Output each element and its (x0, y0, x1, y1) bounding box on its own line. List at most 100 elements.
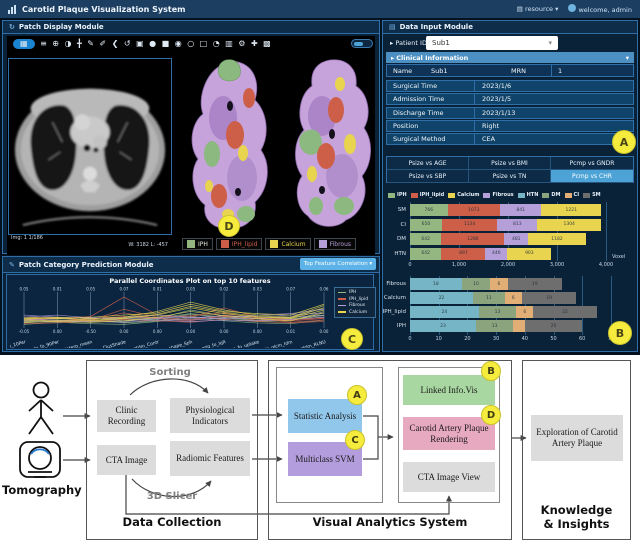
htn-swatch-icon (518, 193, 525, 198)
viewer-toggle[interactable] (351, 39, 373, 48)
bar-segment-htn[interactable]: 24 (410, 306, 479, 318)
vessel-3d-right (292, 56, 376, 236)
vessel-3d-left-view[interactable] (176, 56, 288, 236)
dot-tool-icon[interactable]: ● (149, 40, 156, 48)
bar-segment-htn[interactable]: 23 (410, 320, 476, 332)
dm-swatch-icon (542, 193, 549, 198)
bar-segment-iph[interactable]: 766 (410, 204, 448, 216)
plaque-legend-label: Calcium (281, 241, 305, 248)
bar-segment-fibrous[interactable]: 446 (485, 248, 507, 260)
bar-segment-ci[interactable] (513, 320, 524, 332)
system-screenshot-region: Carotid Plaque Visualization System ▤ re… (0, 0, 640, 355)
circle-tool-icon[interactable]: ○ (187, 40, 194, 48)
bar-segment-iph_lipid[interactable]: 897 (441, 248, 485, 260)
tab-pcmp-vs-chr[interactable]: Pcmp vs CHR (551, 170, 633, 183)
vessel-3d-right-view[interactable] (292, 56, 376, 236)
rect-tool-icon[interactable]: □ (200, 40, 208, 48)
draw-icon[interactable]: ✐ (99, 40, 106, 48)
bar-segment-iph[interactable]: 642 (410, 248, 441, 260)
tab-psize-vs-sbp[interactable]: Psize vs SBP (387, 170, 469, 183)
layout-grid-icon[interactable]: ▦ (13, 39, 35, 49)
pc-plot-wrap[interactable]: 0.05-0.05orig_fo_10Per0.010.00orig_fo_90… (10, 286, 332, 352)
zoom-icon[interactable]: ⊕ (52, 40, 59, 48)
tab-psize-vs-age[interactable]: Psize vs AGE (387, 157, 469, 170)
resource-menu[interactable]: ▤ resource ▾ (517, 5, 559, 13)
bar-segment-htn[interactable]: 22 (410, 292, 473, 304)
bar-segment-iph_lipid[interactable]: 1286 (441, 233, 504, 245)
bar-segment-iph[interactable]: 642 (410, 233, 441, 245)
bar-segment-fibrous[interactable]: 841 (500, 204, 541, 216)
num-bar-chart: 010203040506070Fibrous1810619Calcium2211… (382, 274, 638, 352)
bar-segment-iph[interactable]: 650 (410, 219, 442, 231)
tab-psize-vs-tn[interactable]: Psize vs TN (469, 170, 551, 183)
bar-segment-dm[interactable]: 13 (479, 306, 516, 318)
segment-value: 1221 (566, 208, 577, 213)
bar-segment-iph_lipid[interactable]: 1134 (442, 219, 498, 231)
settings-icon[interactable]: ⚙ (238, 40, 245, 48)
square-fill-tool-icon[interactable]: ■ (162, 40, 170, 48)
segment-value: 1286 (467, 237, 478, 242)
clinical-info-bar[interactable]: ▸ Clinical Information ▾ (386, 52, 634, 63)
arc-tool-icon[interactable]: ◔ (213, 40, 220, 48)
name-label: Name (387, 67, 431, 75)
tag-icon[interactable]: ✚ (251, 40, 258, 48)
collapse-icon: ▾ (626, 54, 629, 62)
bar-segment-fibrous[interactable]: 813 (497, 219, 537, 231)
segment-value: 1134 (464, 222, 475, 227)
bar-segment-fibrous[interactable]: 481 (504, 233, 528, 245)
bar-segment-sm[interactable]: 20 (525, 320, 582, 332)
badge-d: D (218, 215, 240, 237)
pc-legend-item: IPH (338, 290, 372, 295)
fibrous-swatch-icon (319, 240, 327, 248)
mrn-label: MRN (511, 67, 551, 75)
grid-dense-icon[interactable]: ▩ (263, 40, 271, 48)
x-tick-label: 30 (484, 336, 508, 342)
annotate-icon[interactable]: ✎ (87, 40, 94, 48)
bar-segment-calcium[interactable]: 1304 (537, 219, 601, 231)
delete-icon[interactable]: ▥ (225, 40, 233, 48)
diagram-badge-c: C (345, 430, 365, 450)
pc-legend-label: IPH (349, 290, 356, 295)
ct-image-view[interactable] (8, 58, 172, 235)
sorting-label: Sorting (130, 367, 210, 378)
voxel-bar-chart: 01,0002,0003,0004,000SM76610738411221CI6… (382, 202, 638, 272)
pan-icon[interactable]: ╋ (77, 40, 82, 48)
bar-segment-iph_lipid[interactable]: 1073 (448, 204, 501, 216)
linked-infovis-box: Linked Info.Vis (403, 375, 495, 405)
reset-icon[interactable]: ↺ (124, 40, 131, 48)
bar-segment-sm[interactable]: 19 (508, 278, 563, 290)
chevron-down-icon: ▾ (548, 39, 552, 47)
bar-segment-dm[interactable]: 10 (462, 278, 491, 290)
plaque-legend-item: IPH (182, 238, 213, 250)
prev-icon[interactable]: ❮ (112, 40, 119, 48)
pc-axis-top-tick: 0.01 (153, 287, 162, 292)
pc-axis-top-tick: 0.03 (253, 287, 262, 292)
chart-legend-label: Calcium (457, 192, 479, 198)
bar-segment-ci[interactable]: 6 (490, 278, 507, 290)
vessel-3d-left (176, 56, 288, 236)
patient-id-select[interactable]: Sub1 ▾ (426, 36, 558, 50)
user-menu[interactable]: welcome, admin (568, 4, 632, 14)
bar-segment-ci[interactable]: 6 (516, 306, 533, 318)
target-tool-icon[interactable]: ◉ (175, 40, 182, 48)
bar-segment-sm[interactable]: 19 (522, 292, 577, 304)
top-feature-correlation-button[interactable]: Top Feature Correlation ▾ (300, 258, 376, 270)
bar-segment-sm[interactable]: 22 (533, 306, 596, 318)
bar-segment-dm[interactable]: 11 (473, 292, 505, 304)
capture-icon[interactable]: ▣ (136, 40, 144, 48)
contrast-icon[interactable]: ◑ (64, 40, 71, 48)
refresh-icon: ↻ (9, 23, 15, 31)
bar-segment-calcium[interactable]: 903 (507, 248, 551, 260)
bar-segment-dm[interactable]: 13 (476, 320, 513, 332)
bar-segment-htn[interactable]: 18 (410, 278, 462, 290)
pc-axis-bottom-tick: 0.00 (53, 329, 62, 334)
bar-segment-calcium[interactable]: 1221 (541, 204, 601, 216)
tab-psize-vs-bmi[interactable]: Psize vs BMI (469, 157, 551, 170)
segment-value: 13 (492, 324, 498, 329)
chart-legend-item: IPH_lipid (411, 192, 445, 198)
bar-segment-ci[interactable]: 6 (505, 292, 522, 304)
tab-pcmp-vs-gndr[interactable]: Pcmp vs GNDR (551, 157, 633, 170)
bar-segment-calcium[interactable]: 1182 (528, 233, 586, 245)
segment-value: 6 (498, 282, 501, 287)
menu-icon[interactable]: ≡ (40, 40, 47, 48)
